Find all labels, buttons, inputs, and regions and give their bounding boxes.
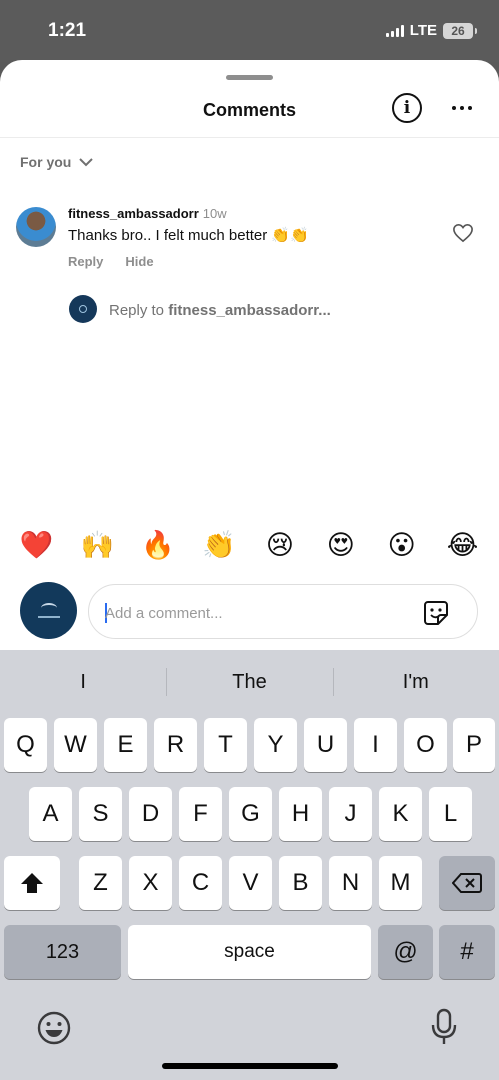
- key-c[interactable]: C: [179, 856, 222, 910]
- key-z[interactable]: Z: [79, 856, 122, 910]
- hash-key[interactable]: #: [439, 925, 495, 979]
- key-e[interactable]: E: [104, 718, 147, 772]
- reply-prefix: Reply to: [109, 302, 169, 319]
- more-horizontal-icon[interactable]: [452, 106, 472, 110]
- reply-button[interactable]: Reply: [68, 254, 103, 269]
- comment-username[interactable]: fitness_ambassadorr 10w: [68, 206, 227, 221]
- network-type: LTE: [409, 22, 437, 39]
- sheet-drag-handle[interactable]: [226, 75, 273, 80]
- microphone-icon[interactable]: [430, 1008, 458, 1046]
- key-v[interactable]: V: [229, 856, 272, 910]
- key-w[interactable]: W: [54, 718, 97, 772]
- clap-emoji-button[interactable]: 👏: [199, 532, 239, 559]
- comments-sheet: Comments i For you fitness_ambassadorr 10…: [0, 60, 499, 650]
- comment-text: Thanks bro.. I felt much better 👏👏: [68, 227, 309, 244]
- suggestion-1[interactable]: I: [0, 664, 166, 700]
- reply-target: fitness_ambassadorr...: [168, 302, 331, 319]
- key-f[interactable]: F: [179, 787, 222, 841]
- numbers-key[interactable]: 123: [4, 925, 121, 979]
- at-key[interactable]: @: [378, 925, 433, 979]
- emoji-keyboard-icon[interactable]: [36, 1010, 72, 1046]
- keyboard: I The I'm Q W E R T Y U I O P A S D F G …: [0, 650, 499, 1080]
- key-t[interactable]: T: [204, 718, 247, 772]
- key-h[interactable]: H: [279, 787, 322, 841]
- surprised-emoji-button[interactable]: 😮: [382, 532, 422, 559]
- space-key[interactable]: space: [128, 925, 371, 979]
- laughing-emoji-button[interactable]: 😂: [443, 532, 483, 559]
- suggestion-3[interactable]: I'm: [332, 664, 499, 700]
- key-d[interactable]: D: [129, 787, 172, 841]
- filter-label: For you: [20, 154, 72, 170]
- key-i[interactable]: I: [354, 718, 397, 772]
- key-g[interactable]: G: [229, 787, 272, 841]
- key-j[interactable]: J: [329, 787, 372, 841]
- suggestion-bar: I The I'm: [0, 664, 499, 700]
- key-m[interactable]: M: [379, 856, 422, 910]
- shift-key[interactable]: [4, 856, 60, 910]
- delete-key[interactable]: [439, 856, 495, 910]
- header-divider: [0, 137, 499, 138]
- key-k[interactable]: K: [379, 787, 422, 841]
- key-y[interactable]: Y: [254, 718, 297, 772]
- home-indicator[interactable]: [162, 1063, 338, 1069]
- key-b[interactable]: B: [279, 856, 322, 910]
- key-x[interactable]: X: [129, 856, 172, 910]
- shift-icon: [21, 873, 43, 893]
- key-r[interactable]: R: [154, 718, 197, 772]
- key-o[interactable]: O: [404, 718, 447, 772]
- reply-avatar: [69, 295, 97, 323]
- crying-emoji-button[interactable]: 😢: [260, 532, 300, 559]
- comment-time: 10w: [202, 206, 227, 221]
- info-icon[interactable]: i: [392, 93, 422, 123]
- suggestion-2[interactable]: The: [166, 664, 332, 700]
- username-link[interactable]: fitness_ambassadorr: [68, 206, 199, 221]
- status-time: 1:21: [48, 20, 87, 41]
- key-s[interactable]: S: [79, 787, 122, 841]
- current-user-avatar: [20, 582, 77, 639]
- backspace-icon: [452, 873, 482, 893]
- battery-icon: 26: [443, 22, 477, 39]
- comment-input-box[interactable]: [88, 584, 478, 639]
- signal-icon: [385, 24, 404, 37]
- raised-hands-emoji-button[interactable]: 🙌: [77, 532, 117, 559]
- key-q[interactable]: Q: [4, 718, 47, 772]
- page-title: Comments: [202, 100, 296, 120]
- chevron-down-icon: [79, 157, 94, 166]
- reaction-bar: ❤️ 🙌 🔥 👏 😢 😍 😮 😂: [0, 512, 499, 578]
- hide-button[interactable]: Hide: [125, 254, 153, 269]
- status-bar: 1:21 LTE 26: [0, 0, 499, 62]
- key-u[interactable]: U: [304, 718, 347, 772]
- key-n[interactable]: N: [329, 856, 372, 910]
- heart-emoji-button[interactable]: ❤️: [16, 532, 56, 559]
- avatar[interactable]: [16, 207, 56, 247]
- heart-outline-icon[interactable]: [452, 223, 474, 243]
- sort-filter-dropdown[interactable]: For you: [20, 154, 94, 170]
- comment-actions: Reply Hide: [68, 254, 154, 269]
- reply-prompt[interactable]: Reply to fitness_ambassadorr...: [109, 302, 331, 319]
- sticker-icon[interactable]: [422, 599, 450, 627]
- key-a[interactable]: A: [29, 787, 72, 841]
- heart-eyes-emoji-button[interactable]: 😍: [321, 532, 361, 559]
- key-l[interactable]: L: [429, 787, 472, 841]
- fire-emoji-button[interactable]: 🔥: [138, 532, 178, 559]
- key-p[interactable]: P: [453, 718, 495, 772]
- status-indicators: LTE 26: [385, 22, 477, 39]
- comment-input[interactable]: [105, 599, 405, 627]
